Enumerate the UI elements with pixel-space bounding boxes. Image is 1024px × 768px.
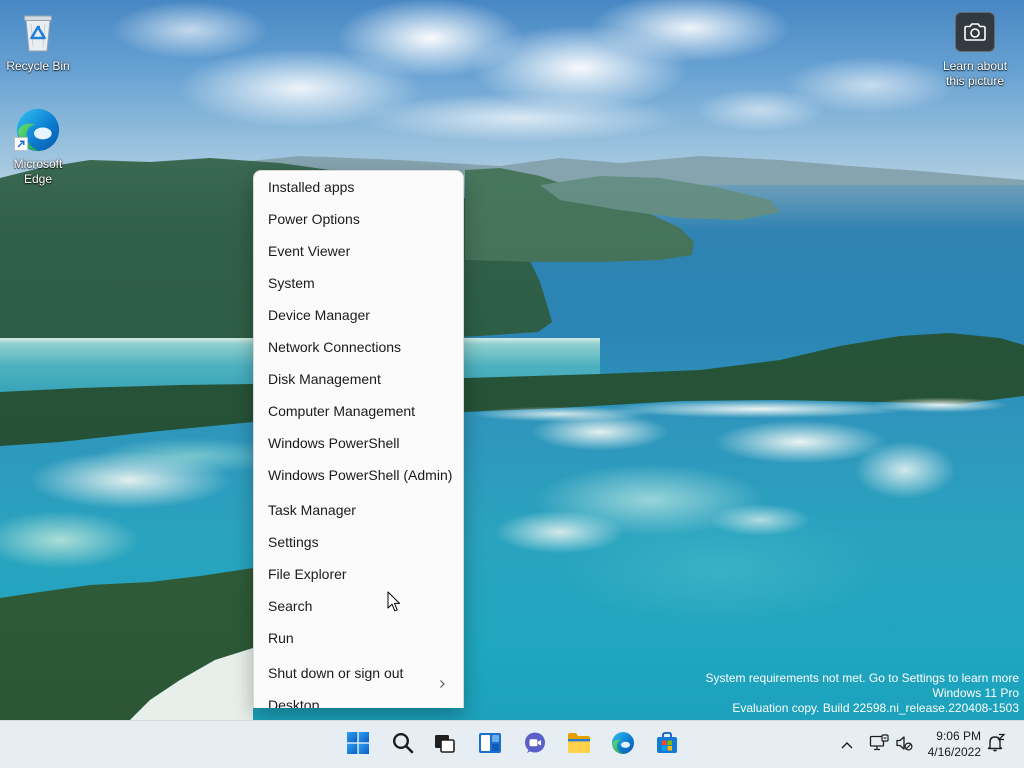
menu-item-installed-apps[interactable]: Installed apps	[254, 171, 463, 203]
search-button[interactable]	[383, 725, 423, 765]
menu-item-network-connections[interactable]: Network Connections	[254, 331, 463, 363]
menu-item-disk-management[interactable]: Disk Management	[254, 363, 463, 395]
widgets-icon[interactable]	[478, 732, 502, 759]
file-explorer-icon[interactable]	[566, 732, 592, 759]
edge-taskbar-button[interactable]	[603, 725, 643, 765]
shortcut-arrow-icon	[14, 137, 28, 151]
taskbar: 9:06 PM 4/16/2022	[0, 720, 1024, 768]
menu-item-label: Power Options	[268, 211, 360, 227]
menu-item-system[interactable]: System	[254, 267, 463, 299]
menu-item-device-manager[interactable]: Device Manager	[254, 299, 463, 331]
menu-item-search[interactable]: Search	[254, 590, 463, 622]
menu-item-windows-powershell[interactable]: Windows PowerShell	[254, 427, 463, 459]
chevron-right-icon	[438, 668, 446, 688]
chat-icon[interactable]	[523, 731, 547, 760]
chat-button[interactable]	[515, 725, 555, 765]
windows-start-icon[interactable]	[347, 731, 369, 759]
menu-item-label: Desktop	[268, 697, 320, 708]
menu-item-label: System	[268, 275, 315, 291]
menu-item-label: Network Connections	[268, 339, 402, 355]
desktop-wallpaper[interactable]	[0, 0, 1024, 768]
watermark-line: System requirements not met. Go to Setti…	[705, 671, 1019, 685]
notification-center-button[interactable]	[984, 729, 1008, 761]
menu-item-windows-powershell-admin[interactable]: Windows PowerShell (Admin)	[254, 459, 463, 491]
notification-bell-icon[interactable]	[986, 733, 1006, 758]
menu-item-label: Windows PowerShell	[268, 435, 400, 451]
menu-item-label: Search	[268, 598, 313, 614]
edge-icon[interactable]	[14, 108, 62, 152]
menu-item-label: Task Manager	[268, 502, 356, 518]
taskbar-clock[interactable]: 9:06 PM 4/16/2022	[916, 728, 981, 760]
task-view-button[interactable]	[425, 725, 465, 765]
menu-item-desktop[interactable]: Desktop	[254, 689, 463, 708]
clock-date: 4/16/2022	[927, 745, 981, 759]
volume-status[interactable]	[893, 729, 915, 761]
chevron-up-icon[interactable]	[841, 736, 853, 754]
start-button[interactable]	[338, 725, 378, 765]
menu-item-label: Installed apps	[268, 179, 355, 195]
menu-item-file-explorer[interactable]: File Explorer	[254, 558, 463, 590]
menu-item-label: Run	[268, 630, 294, 646]
network-status[interactable]	[868, 729, 890, 761]
microsoft-edge-label[interactable]: Microsoft Edge	[3, 157, 73, 187]
menu-item-power-options[interactable]: Power Options	[254, 203, 463, 235]
quick-link-menu: Installed apps Power Options Event Viewe…	[253, 170, 464, 708]
recycle-bin-shortcut[interactable]: Recycle Bin	[3, 10, 73, 74]
network-icon[interactable]	[869, 733, 889, 757]
menu-item-shut-down-or-sign-out[interactable]: Shut down or sign out	[254, 657, 463, 689]
mouse-cursor	[387, 591, 401, 613]
recycle-bin-label[interactable]: Recycle Bin	[3, 59, 73, 74]
watermark-line: Windows 11 Pro	[932, 686, 1019, 700]
menu-item-event-viewer[interactable]: Event Viewer	[254, 235, 463, 267]
menu-item-label: Computer Management	[268, 403, 416, 419]
task-view-icon[interactable]	[434, 732, 456, 759]
menu-item-label: Shut down or sign out	[268, 665, 404, 681]
microsoft-store-icon[interactable]	[655, 731, 679, 760]
search-icon[interactable]	[392, 732, 414, 759]
menu-item-computer-management[interactable]: Computer Management	[254, 395, 463, 427]
microsoft-store-button[interactable]	[647, 725, 687, 765]
menu-item-label: File Explorer	[268, 566, 347, 582]
camera-icon[interactable]	[955, 10, 995, 54]
menu-item-run[interactable]: Run	[254, 622, 463, 654]
volume-muted-icon[interactable]	[895, 734, 913, 757]
edge-icon[interactable]	[611, 731, 635, 760]
learn-about-this-picture-shortcut[interactable]: Learn about this picture	[936, 10, 1014, 89]
widgets-button[interactable]	[470, 725, 510, 765]
evaluation-watermark: System requirements not met. Go to Setti…	[706, 671, 1019, 716]
menu-item-task-manager[interactable]: Task Manager	[254, 494, 463, 526]
watermark-line: Evaluation copy. Build 22598.ni_release.…	[732, 701, 1019, 715]
file-explorer-button[interactable]	[559, 725, 599, 765]
menu-item-settings[interactable]: Settings	[254, 526, 463, 558]
learn-about-this-picture-label[interactable]: Learn about this picture	[936, 59, 1014, 89]
menu-item-label: Device Manager	[268, 307, 370, 323]
microsoft-edge-shortcut[interactable]: Microsoft Edge	[3, 108, 73, 187]
clock-time: 9:06 PM	[936, 729, 981, 743]
menu-item-label: Event Viewer	[268, 243, 351, 259]
recycle-bin-icon[interactable]	[18, 10, 58, 54]
show-hidden-icons-button[interactable]	[835, 729, 859, 761]
menu-item-label: Settings	[268, 534, 319, 550]
menu-item-label: Windows PowerShell (Admin)	[268, 467, 453, 483]
menu-item-label: Disk Management	[268, 371, 381, 387]
